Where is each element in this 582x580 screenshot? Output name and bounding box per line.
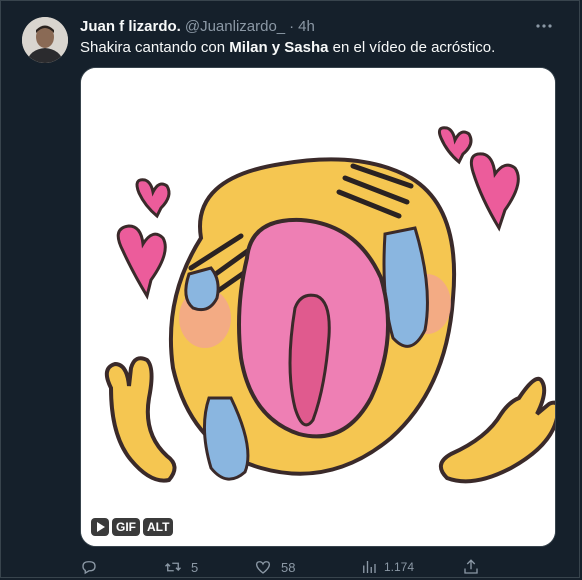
tweet-card[interactable]: Juan f lizardo. @Juanlizardo_ · 4h Shaki… — [0, 0, 580, 578]
reply-icon — [82, 561, 96, 575]
tweet-text: Shakira cantando con Milan y Sasha en el… — [80, 38, 559, 58]
tweet-media-gif[interactable]: GIF ALT — [80, 67, 556, 547]
tweet-actions: 5 58 1.174 — [80, 557, 500, 577]
tweet-text-after: en el vídeo de acróstico. — [328, 39, 496, 56]
play-icon — [96, 522, 105, 532]
views-count: 1.174 — [384, 560, 415, 574]
user-handle[interactable]: @Juanlizardo_ — [185, 18, 285, 35]
display-name[interactable]: Juan f lizardo. — [80, 18, 181, 35]
retweet-count: 5 — [191, 559, 199, 575]
more-options-button[interactable] — [533, 15, 555, 37]
reply-button[interactable] — [80, 557, 107, 577]
avatar[interactable] — [22, 17, 68, 63]
like-button[interactable]: 58 — [254, 557, 295, 577]
tweet-text-bold: Milan y Sasha — [229, 39, 329, 56]
alt-badge[interactable]: ALT — [143, 518, 174, 536]
more-icon — [536, 24, 552, 28]
heart-icon — [255, 561, 271, 574]
tweet-text-before: Shakira cantando con — [80, 39, 230, 56]
tweet-header: Juan f lizardo. @Juanlizardo_ · 4h — [80, 16, 559, 36]
views-button[interactable]: 1.174 — [360, 557, 414, 577]
views-icon — [363, 561, 376, 573]
like-count: 58 — [281, 559, 296, 575]
tear-right — [382, 226, 429, 348]
avatar-photo — [22, 17, 68, 63]
media-badges: GIF ALT — [91, 518, 174, 536]
share-icon — [464, 559, 478, 574]
retweet-icon — [165, 562, 181, 572]
retweet-button[interactable]: 5 — [164, 557, 198, 577]
timestamp[interactable]: 4h — [298, 18, 315, 35]
share-button[interactable] — [462, 557, 480, 577]
separator-dot: · — [289, 17, 295, 35]
tear-left — [184, 266, 220, 312]
gif-badge: GIF — [112, 518, 140, 536]
play-button[interactable] — [91, 518, 109, 536]
crying-emoji-image — [81, 68, 555, 546]
